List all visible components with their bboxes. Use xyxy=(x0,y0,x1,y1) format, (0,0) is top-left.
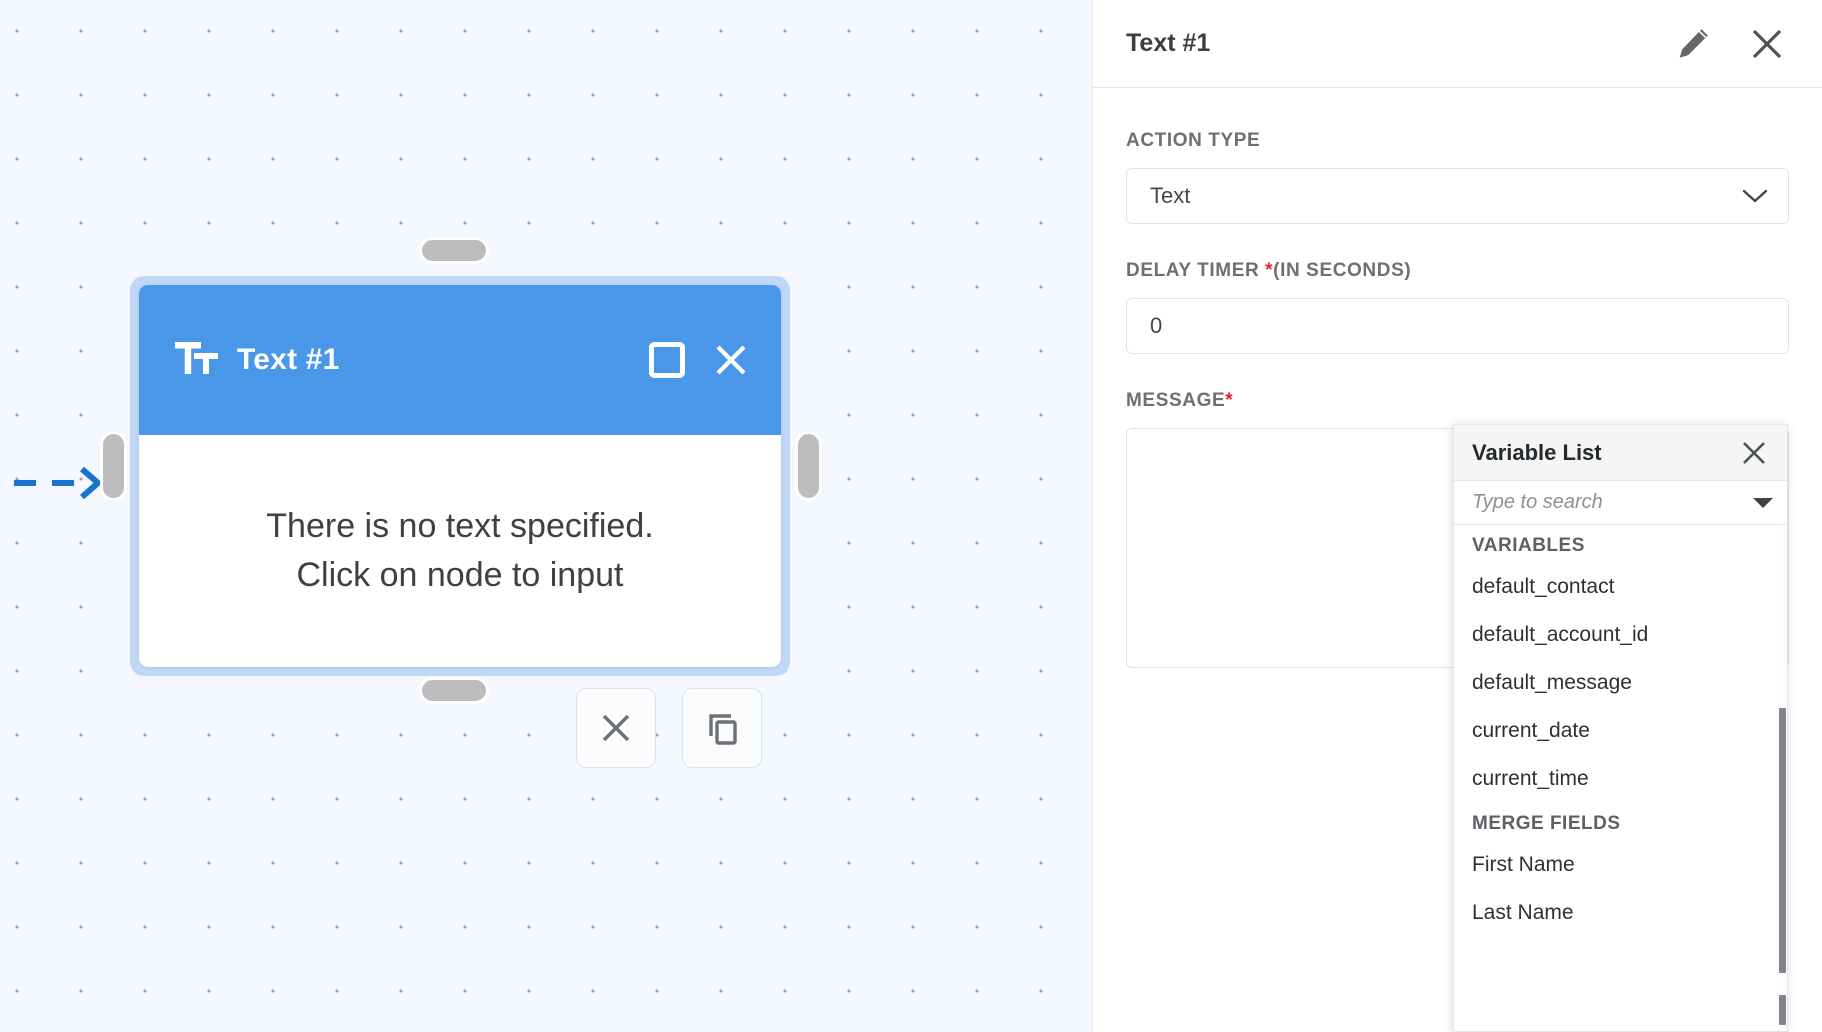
merge-fields-group-label: MERGE FIELDS xyxy=(1472,813,1621,834)
close-x-icon xyxy=(1752,29,1782,58)
node-body[interactable]: There is no text specified. Click on nod… xyxy=(139,435,781,667)
node-maximize-button[interactable] xyxy=(644,337,690,383)
incoming-edge xyxy=(14,466,103,500)
copy-icon xyxy=(709,714,737,745)
required-asterisk: * xyxy=(1225,390,1234,411)
node-close-button[interactable] xyxy=(708,337,754,383)
delay-timer-input[interactable]: 0 xyxy=(1126,298,1789,354)
variable-list-body[interactable]: VARIABLES default_contact default_accoun… xyxy=(1454,525,1787,1031)
delay-timer-label: DELAY TIMER *(IN SECONDS) xyxy=(1126,260,1789,282)
variable-item[interactable]: default_account_id xyxy=(1454,611,1787,659)
node-body-line-2: Click on node to input xyxy=(296,556,624,594)
message-label-text: MESSAGE xyxy=(1126,390,1226,411)
variable-list-header: Variable List xyxy=(1454,425,1787,481)
duplicate-node-button[interactable] xyxy=(682,688,762,768)
delay-timer-value: 0 xyxy=(1150,313,1163,338)
variable-item[interactable]: default_message xyxy=(1454,659,1787,707)
panel-edit-button[interactable] xyxy=(1670,21,1716,67)
close-x-icon xyxy=(716,345,746,375)
action-type-select[interactable]: Text xyxy=(1126,168,1789,224)
panel-title: Text #1 xyxy=(1126,29,1211,57)
action-type-value: Text xyxy=(1150,183,1191,208)
node-card[interactable]: Text #1 There is no text specified. Clic… xyxy=(139,285,781,667)
text-format-tt-icon xyxy=(175,342,218,374)
pencil-icon xyxy=(1679,28,1708,58)
action-type-label: ACTION TYPE xyxy=(1126,130,1261,151)
panel-header: Text #1 xyxy=(1093,0,1822,88)
node-action-bar xyxy=(576,688,762,768)
message-label: MESSAGE* xyxy=(1126,390,1789,412)
variable-list-scrollbar-thumb[interactable] xyxy=(1779,708,1786,973)
variable-list-scrollbar-thumb-lower[interactable] xyxy=(1779,995,1786,1025)
node-handle-top[interactable] xyxy=(419,237,489,264)
close-x-icon xyxy=(602,714,630,742)
node-handle-left[interactable] xyxy=(100,431,127,501)
node-body-line-1: There is no text specified. xyxy=(266,506,654,545)
merge-field-item[interactable]: First Name xyxy=(1454,841,1787,889)
variable-item[interactable]: current_date xyxy=(1454,707,1787,755)
workflow-builder-screen: Text #1 There is no text specified. Clic… xyxy=(0,0,1822,1032)
variable-list-title: Variable List xyxy=(1472,439,1602,465)
close-x-icon xyxy=(1743,441,1765,464)
variable-list-close-button[interactable] xyxy=(1737,436,1771,470)
delete-node-button[interactable] xyxy=(576,688,656,768)
variable-search-row[interactable] xyxy=(1454,481,1787,525)
delay-timer-label-unit: (IN SECONDS) xyxy=(1273,260,1412,281)
required-asterisk: * xyxy=(1265,260,1274,281)
chevron-down-icon xyxy=(1742,189,1768,203)
variable-search-input[interactable] xyxy=(1472,491,1747,514)
square-icon xyxy=(649,342,685,378)
variable-list-popup[interactable]: Variable List VARIABLES default_contact … xyxy=(1453,424,1788,1032)
workflow-canvas[interactable]: Text #1 There is no text specified. Clic… xyxy=(0,0,1092,1032)
variable-list-scrollbar[interactable] xyxy=(1778,525,1787,1031)
variable-item[interactable]: current_time xyxy=(1454,755,1787,803)
panel-close-button[interactable] xyxy=(1744,21,1790,67)
node-handle-right[interactable] xyxy=(795,431,822,501)
delay-timer-label-text: DELAY TIMER xyxy=(1126,260,1266,281)
variable-item[interactable]: default_contact xyxy=(1454,563,1787,611)
node-header: Text #1 xyxy=(139,285,781,435)
text-node[interactable]: Text #1 There is no text specified. Clic… xyxy=(130,276,790,676)
merge-field-item[interactable]: Last Name xyxy=(1454,889,1787,937)
caret-down-icon[interactable] xyxy=(1753,497,1773,509)
variable-group-label: VARIABLES xyxy=(1472,535,1585,556)
node-title: Text #1 xyxy=(237,343,340,376)
node-handle-bottom[interactable] xyxy=(419,677,489,704)
